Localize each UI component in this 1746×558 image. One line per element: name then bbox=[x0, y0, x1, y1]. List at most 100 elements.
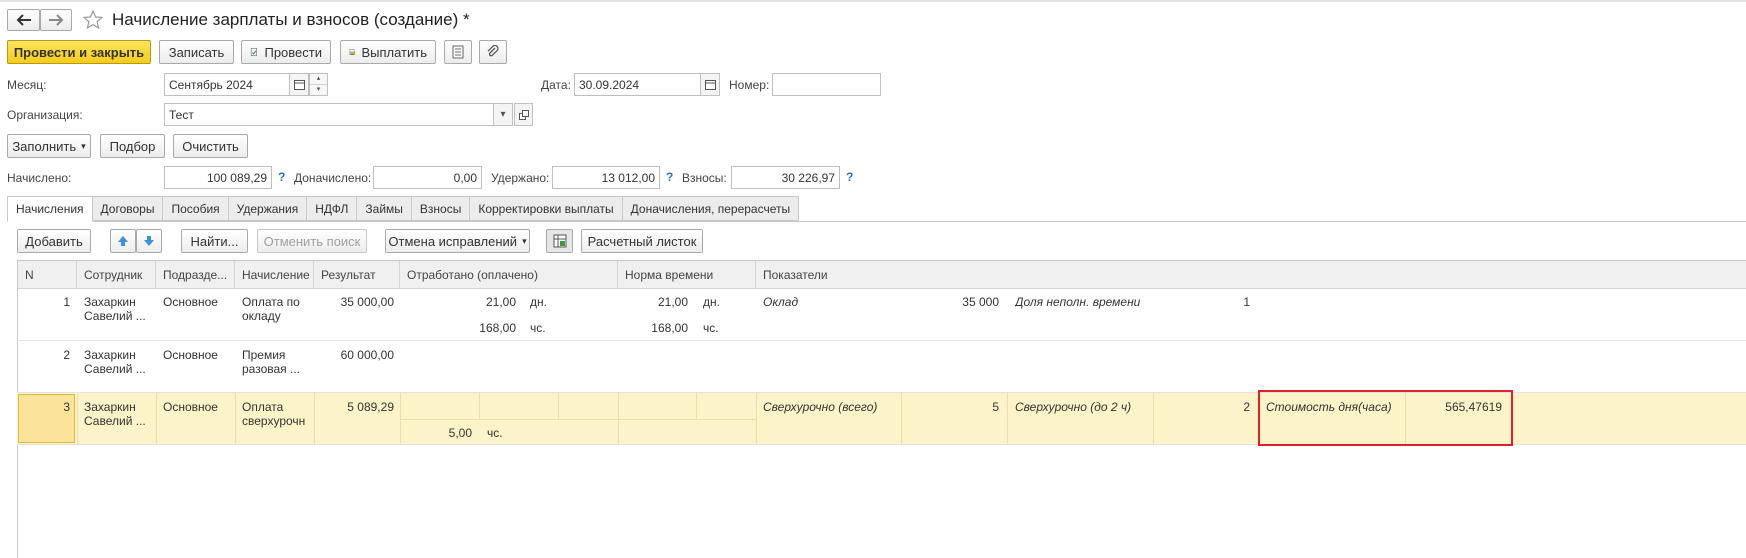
organization-dropdown-button[interactable]: ▾ bbox=[493, 103, 513, 126]
forward-button[interactable] bbox=[40, 9, 72, 31]
col-header-employee[interactable]: Сотрудник bbox=[77, 261, 156, 289]
report-button[interactable] bbox=[444, 40, 472, 64]
row2-department[interactable]: Основное bbox=[163, 348, 233, 362]
col-header-n[interactable]: N bbox=[18, 261, 77, 289]
row3-accrual-line2[interactable]: сверхурочн bbox=[242, 414, 312, 428]
move-down-button[interactable] bbox=[136, 229, 162, 253]
pay-document-icon bbox=[349, 48, 355, 56]
stepper-down-icon[interactable]: ▾ bbox=[310, 85, 327, 95]
organization-field[interactable]: Тест bbox=[164, 103, 494, 126]
row3-accrual-line1[interactable]: Оплата bbox=[242, 400, 312, 414]
window-title: Начисление зарплаты и взносов (создание)… bbox=[112, 10, 470, 29]
row3-worked-hours[interactable]: 5,00 bbox=[400, 426, 472, 440]
month-stepper[interactable]: ▴ ▾ bbox=[309, 73, 328, 96]
back-button[interactable] bbox=[7, 9, 40, 31]
row3-worked-hours-unit: чс. bbox=[487, 426, 503, 440]
col-header-indicators[interactable]: Показатели bbox=[756, 261, 1746, 289]
tab-loans[interactable]: Займы bbox=[357, 196, 412, 221]
attach-button[interactable] bbox=[479, 40, 507, 64]
row1-accrual-line2[interactable]: окладу bbox=[242, 309, 312, 323]
fill-button-label: Заполнить bbox=[12, 138, 77, 154]
payslip-button[interactable]: Расчетный листок bbox=[581, 229, 703, 253]
select-button[interactable]: Подбор bbox=[100, 134, 165, 158]
row3-indicator2-value[interactable]: 2 bbox=[1150, 400, 1250, 414]
contributions-help-icon[interactable]: ? bbox=[846, 170, 853, 184]
withheld-help-icon[interactable]: ? bbox=[666, 170, 673, 184]
pay-button[interactable]: Выплатить bbox=[340, 40, 436, 64]
row2-accrual-line1[interactable]: Премия bbox=[242, 348, 312, 362]
row2-employee-line2[interactable]: Савелий ... bbox=[84, 362, 154, 376]
move-up-button[interactable] bbox=[110, 229, 136, 253]
tab-contributions[interactable]: Взносы bbox=[411, 196, 471, 221]
row1-department[interactable]: Основное bbox=[163, 295, 233, 309]
row3-sep bbox=[1007, 393, 1008, 444]
number-field[interactable] bbox=[772, 73, 881, 96]
find-button[interactable]: Найти... bbox=[181, 229, 248, 253]
row1-norm-hours-unit: чс. bbox=[703, 321, 719, 335]
chevron-down-icon: ▾ bbox=[500, 109, 506, 120]
col-header-worked[interactable]: Отработано (оплачено) bbox=[400, 261, 618, 289]
clear-button[interactable]: Очистить bbox=[173, 134, 248, 158]
favorite-star-icon[interactable] bbox=[82, 9, 104, 31]
month-calendar-button[interactable] bbox=[289, 73, 309, 96]
row1-worked-days[interactable]: 21,00 bbox=[420, 295, 516, 309]
save-button[interactable]: Записать bbox=[159, 40, 234, 64]
paperclip-icon bbox=[487, 45, 499, 57]
extra-accrued-label: Доначислено: bbox=[294, 171, 372, 185]
row2-accrual-line2[interactable]: разовая ... bbox=[242, 362, 312, 376]
row3-n: 3 bbox=[63, 400, 70, 414]
col-header-accrual[interactable]: Начисление bbox=[235, 261, 314, 289]
row2-employee-line1[interactable]: Захаркин bbox=[84, 348, 154, 362]
row1-worked-hours[interactable]: 168,00 bbox=[420, 321, 516, 335]
row3-sep bbox=[479, 393, 480, 419]
row1-norm-days[interactable]: 21,00 bbox=[620, 295, 688, 309]
show-indicators-toggle[interactable] bbox=[546, 229, 573, 253]
row1-norm-hours[interactable]: 168,00 bbox=[620, 321, 688, 335]
date-field[interactable]: 30.09.2024 bbox=[574, 73, 701, 96]
stepper-up-icon[interactable]: ▴ bbox=[310, 74, 327, 85]
add-row-button[interactable]: Добавить bbox=[17, 229, 91, 253]
accrued-help-icon[interactable]: ? bbox=[278, 170, 285, 184]
row3-sep bbox=[156, 393, 157, 444]
row3-indicator1-value[interactable]: 5 bbox=[900, 400, 999, 414]
row3-result[interactable]: 5 089,29 bbox=[314, 400, 394, 414]
report-list-icon bbox=[452, 45, 464, 59]
tab-contracts[interactable]: Договоры bbox=[92, 196, 164, 221]
row3-employee-line2[interactable]: Савелий ... bbox=[84, 414, 154, 428]
row3-department[interactable]: Основное bbox=[163, 400, 233, 414]
col-header-norm[interactable]: Норма времени bbox=[618, 261, 756, 289]
arrow-right-icon bbox=[49, 14, 64, 26]
row2-result[interactable]: 60 000,00 bbox=[314, 348, 394, 362]
tab-recalculations[interactable]: Доначисления, перерасчеты bbox=[622, 196, 800, 221]
row3-employee-line1[interactable]: Захаркин bbox=[84, 400, 154, 414]
fill-button[interactable]: Заполнить ▾ bbox=[7, 134, 91, 158]
month-field[interactable]: Сентябрь 2024 bbox=[164, 73, 290, 96]
date-calendar-button[interactable] bbox=[700, 73, 720, 96]
tab-deductions[interactable]: Удержания bbox=[228, 196, 308, 221]
row3-indicator1-name: Сверхурочно (всего) bbox=[763, 400, 878, 414]
tab-ndfl[interactable]: НДФЛ bbox=[307, 196, 358, 221]
cancel-search-button[interactable]: Отменить поиск bbox=[257, 229, 367, 253]
arrow-down-icon bbox=[144, 236, 154, 246]
row1-employee-line1[interactable]: Захаркин bbox=[84, 295, 154, 309]
row1-accrual-line1[interactable]: Оплата по bbox=[242, 295, 312, 309]
row1-result[interactable]: 35 000,00 bbox=[314, 295, 394, 309]
post-and-close-button[interactable]: Провести и закрыть bbox=[7, 40, 151, 64]
organization-open-button[interactable] bbox=[514, 103, 533, 126]
row1-employee-line2[interactable]: Савелий ... bbox=[84, 309, 154, 323]
col-header-department[interactable]: Подразде... bbox=[156, 261, 235, 289]
tab-benefits[interactable]: Пособия bbox=[163, 196, 229, 221]
tab-payment-corrections[interactable]: Корректировки выплаты bbox=[470, 196, 623, 221]
table-indicators-icon bbox=[553, 234, 566, 248]
post-button-label: Провести bbox=[264, 44, 322, 60]
cancel-corrections-button[interactable]: Отмена исправлений ▾ bbox=[385, 229, 530, 253]
row1-indicator2-value[interactable]: 1 bbox=[1150, 295, 1250, 309]
chevron-down-icon: ▾ bbox=[522, 235, 527, 246]
row1-indicator1-value[interactable]: 35 000 bbox=[900, 295, 999, 309]
highlight-annotation-box bbox=[1258, 390, 1513, 446]
tab-accruals[interactable]: Начисления bbox=[7, 196, 93, 222]
post-button[interactable]: Провести bbox=[241, 40, 331, 64]
row1-indicator2-name: Доля неполн. времени bbox=[1015, 295, 1141, 309]
col-header-result[interactable]: Результат bbox=[314, 261, 400, 289]
number-label: Номер: bbox=[729, 78, 770, 92]
